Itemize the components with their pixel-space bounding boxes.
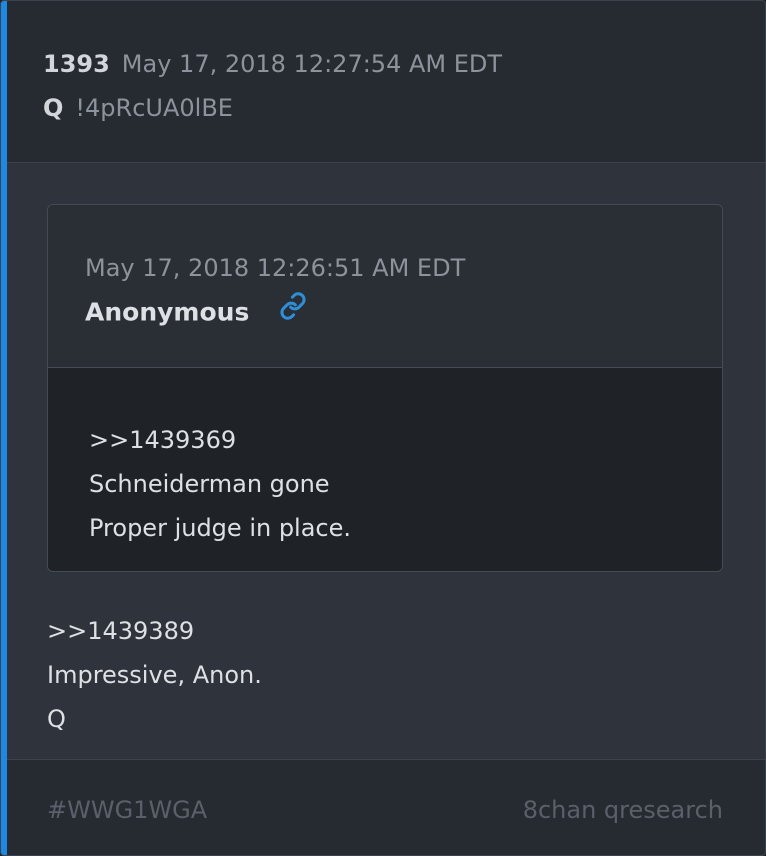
post-body-line: Impressive, Anon. — [47, 661, 262, 689]
quoted-post-body: >>1439369 Schneiderman gone Proper judge… — [48, 368, 722, 571]
post-header: 1393 May 17, 2018 12:27:54 AM EDT Q !4pRcU… — [7, 1, 765, 163]
post-body-line[interactable]: >>1439389 — [47, 609, 262, 653]
source-label: 8chan qresearch — [522, 796, 723, 824]
quoted-author-meta: Anonymous — [85, 292, 307, 332]
quoted-post-date: May 17, 2018 12:26:51 AM EDT — [85, 254, 466, 282]
author-meta: Q !4pRcUA0lBE — [43, 92, 233, 124]
hashtag: #WWG1WGA — [47, 796, 208, 824]
post-meta: 1393 May 17, 2018 12:27:54 AM EDT — [43, 48, 502, 80]
post-tripcode: !4pRcUA0lBE — [75, 94, 233, 122]
post-author: Q — [43, 94, 64, 122]
quoted-post-author: Anonymous — [85, 297, 250, 327]
quoted-post-line: Proper judge in place. — [89, 514, 352, 542]
quoted-post: May 17, 2018 12:26:51 AM EDT Anonymous >… — [47, 204, 723, 572]
post-date: May 17, 2018 12:27:54 AM EDT — [121, 50, 503, 78]
quoted-post-line: Schneiderman gone — [89, 470, 330, 498]
post-body: >>1439389 Impressive, Anon. Q — [47, 609, 262, 741]
post-footer: #WWG1WGA 8chan qresearch — [7, 759, 765, 855]
link-icon[interactable] — [279, 292, 307, 329]
post-body-line: Q — [47, 705, 66, 733]
quoted-post-line[interactable]: >>1439369 — [89, 418, 351, 462]
quoted-post-header: May 17, 2018 12:26:51 AM EDT Anonymous — [48, 205, 722, 368]
post-number: 1393 — [43, 50, 110, 78]
post-card: 1393 May 17, 2018 12:27:54 AM EDT Q !4pRcU… — [0, 0, 766, 856]
